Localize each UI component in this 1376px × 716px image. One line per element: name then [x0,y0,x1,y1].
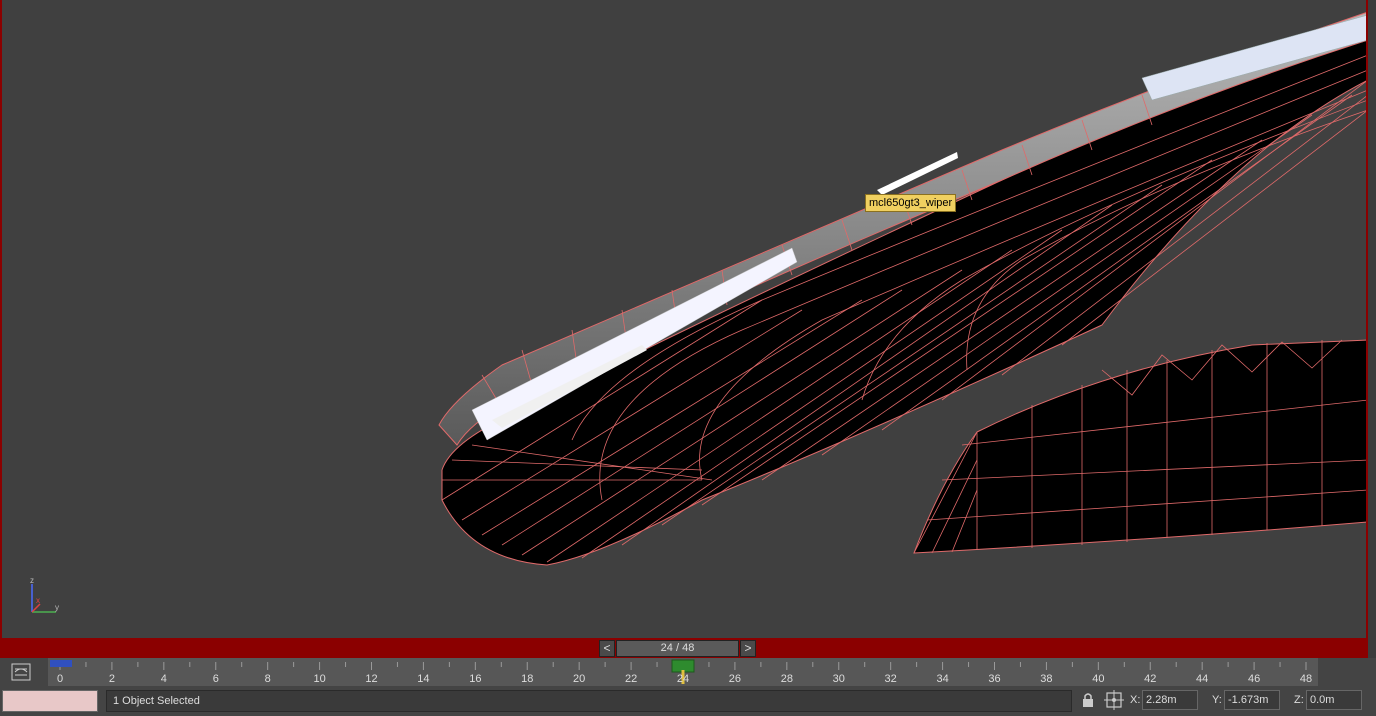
timeline-tick-label: 0 [57,673,63,685]
timeline-tick-label: 18 [521,673,533,685]
timeline-tick-label: 34 [936,673,948,685]
timeline-row: 0 2 4 6 8 10 12 14 16 18 20 22 24 26 28 30 32 34 36 38 40 42 4… [0,658,1376,686]
timeline-tick-label: 44 [1196,673,1208,685]
timeline-tick-label: 22 [625,673,637,685]
y-coord-label: Y: [1212,694,1222,706]
axis-label-x: x [36,596,40,605]
selection-status: 1 Object Selected [106,690,1072,712]
timeline-tick-label: 48 [1300,673,1312,685]
y-coord-field[interactable]: -1.673m [1224,690,1280,710]
object-color-swatch[interactable] [2,690,98,712]
lock-icon[interactable] [1080,691,1096,709]
timeline-tick-label: 30 [833,673,845,685]
z-coord-field[interactable]: 0.0m [1306,690,1362,710]
object-name-tooltip: mcl650gt3_wiper [865,194,957,212]
absolute-mode-icon[interactable] [1104,690,1124,710]
timeline-tick-label: 46 [1248,673,1260,685]
timeline-ruler[interactable]: 0 2 4 6 8 10 12 14 16 18 20 22 24 26 28 30 32 34 36 38 40 42 4… [48,658,1318,686]
timeline-tick-label: 32 [885,673,897,685]
next-frame-button[interactable]: > [740,640,756,657]
timeline-tick-label: 20 [573,673,585,685]
timeline-tick-label: 28 [781,673,793,685]
timeline-tick-label: 4 [161,673,167,685]
curve-editor-icon[interactable] [10,662,32,682]
timeline-tick-label: 26 [729,673,741,685]
timeline-tick-label: 36 [988,673,1000,685]
timeline-tick-label: 10 [313,673,325,685]
timeline-tick-label: 2 [109,673,115,685]
axis-label-y: y [55,603,59,612]
axis-tripod-icon: z y x [30,576,59,613]
axis-label-z: z [30,576,34,585]
timeline-tick-label: 16 [469,673,481,685]
frame-readout[interactable]: 24 / 48 [616,640,739,657]
range-start-marker[interactable] [50,660,72,667]
timeline-track[interactable]: 0 2 4 6 8 10 12 14 16 18 20 22 24 26 28 30 32 34 36 38 40 42 4… [48,658,1318,686]
wireframe-scene[interactable] [2,0,1368,638]
right-edge [1368,0,1376,716]
time-slider[interactable]: < 24 / 48 > [599,640,757,657]
timeline-tick-label: 42 [1144,673,1156,685]
timeline-tick-label: 14 [417,673,429,685]
perspective-viewport[interactable]: mcl650gt3_wiper z y x [0,0,1368,638]
timeline-tick-label: 38 [1040,673,1052,685]
x-coord-label: X: [1130,694,1141,706]
prev-frame-button[interactable]: < [599,640,615,657]
timeline-tick-label: 24 [677,673,689,685]
z-coord-label: Z: [1294,694,1304,706]
timeline-tick-label: 8 [265,673,271,685]
timeline-tick-label: 6 [213,673,219,685]
timeline-tick-label: 40 [1092,673,1104,685]
timeline-tick-label: 12 [365,673,377,685]
status-bar: 1 Object Selected X: 2.28m Y: -1.673m Z:… [0,686,1376,716]
x-coord-field[interactable]: 2.28m [1142,690,1198,710]
